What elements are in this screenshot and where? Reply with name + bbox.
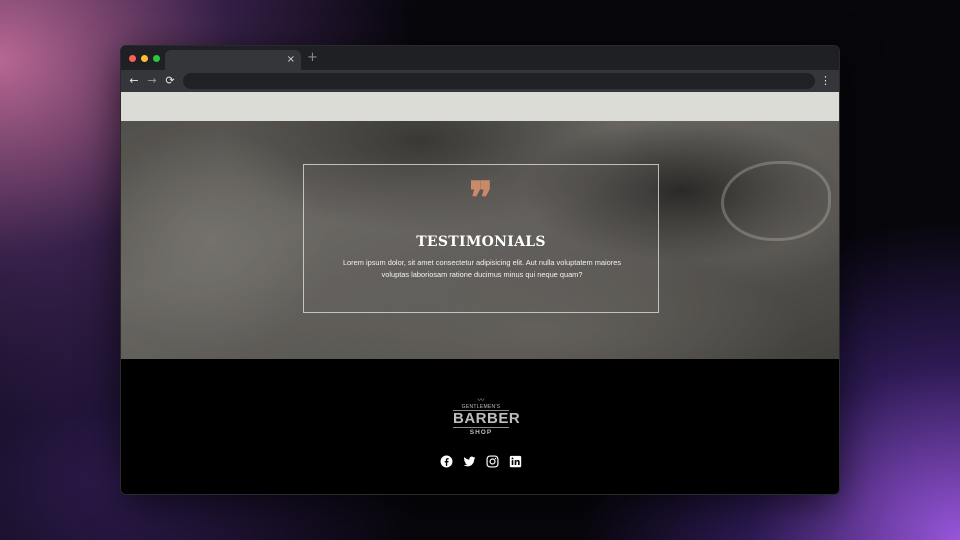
testimonials-title: TESTIMONIALS [416, 234, 546, 250]
forward-arrow-icon[interactable]: → [145, 73, 159, 89]
new-tab-button[interactable]: + [307, 51, 318, 65]
testimonial-text-line: Lorem ipsum dolor, sit amet consectetur … [342, 258, 622, 267]
web-page: ❞ TESTIMONIALS Lorem ipsum dolor, sit am… [121, 92, 839, 494]
minimize-window-button[interactable] [141, 55, 148, 62]
barber-shop-logo[interactable]: 〰 GENTLEMEN'S BARBER SHOP [453, 396, 521, 437]
mustache-icon: 〰 [477, 396, 485, 404]
site-footer: 〰 GENTLEMEN'S BARBER SHOP [121, 359, 839, 494]
testimonial-text: Lorem ipsum dolor, sit amet consectetur … [322, 257, 642, 281]
close-window-button[interactable] [129, 55, 136, 62]
address-bar[interactable] [183, 73, 815, 89]
maximize-window-button[interactable] [153, 55, 160, 62]
hero-image-detail [721, 161, 831, 241]
twitter-icon[interactable] [463, 455, 476, 468]
testimonials-hero: ❞ TESTIMONIALS Lorem ipsum dolor, sit am… [121, 121, 839, 359]
tab-close-icon[interactable]: × [287, 53, 295, 67]
browser-menu-icon[interactable]: ⋮ [820, 73, 831, 89]
logo-bottom-text: SHOP [469, 429, 493, 436]
logo-main-text: BARBER [453, 410, 521, 428]
browser-window: × + ← → ⟳ ⋮ ❞ TESTIMONIALS Lorem ipsum d… [120, 45, 840, 495]
linkedin-icon[interactable] [509, 455, 522, 468]
instagram-icon[interactable] [486, 455, 499, 468]
testimonial-card: ❞ TESTIMONIALS Lorem ipsum dolor, sit am… [303, 164, 659, 313]
social-links [440, 455, 524, 469]
site-header-bar [121, 92, 839, 121]
facebook-icon[interactable] [440, 455, 453, 468]
browser-toolbar: ← → ⟳ ⋮ [121, 70, 839, 92]
quote-icon: ❞ [469, 173, 493, 224]
back-arrow-icon[interactable]: ← [127, 73, 141, 89]
tab-bar: × + [121, 46, 839, 70]
reload-icon[interactable]: ⟳ [163, 73, 177, 89]
testimonial-text-line: voluptas laboriosam ratione ducimus minu… [381, 270, 583, 279]
active-tab[interactable]: × [165, 50, 301, 70]
